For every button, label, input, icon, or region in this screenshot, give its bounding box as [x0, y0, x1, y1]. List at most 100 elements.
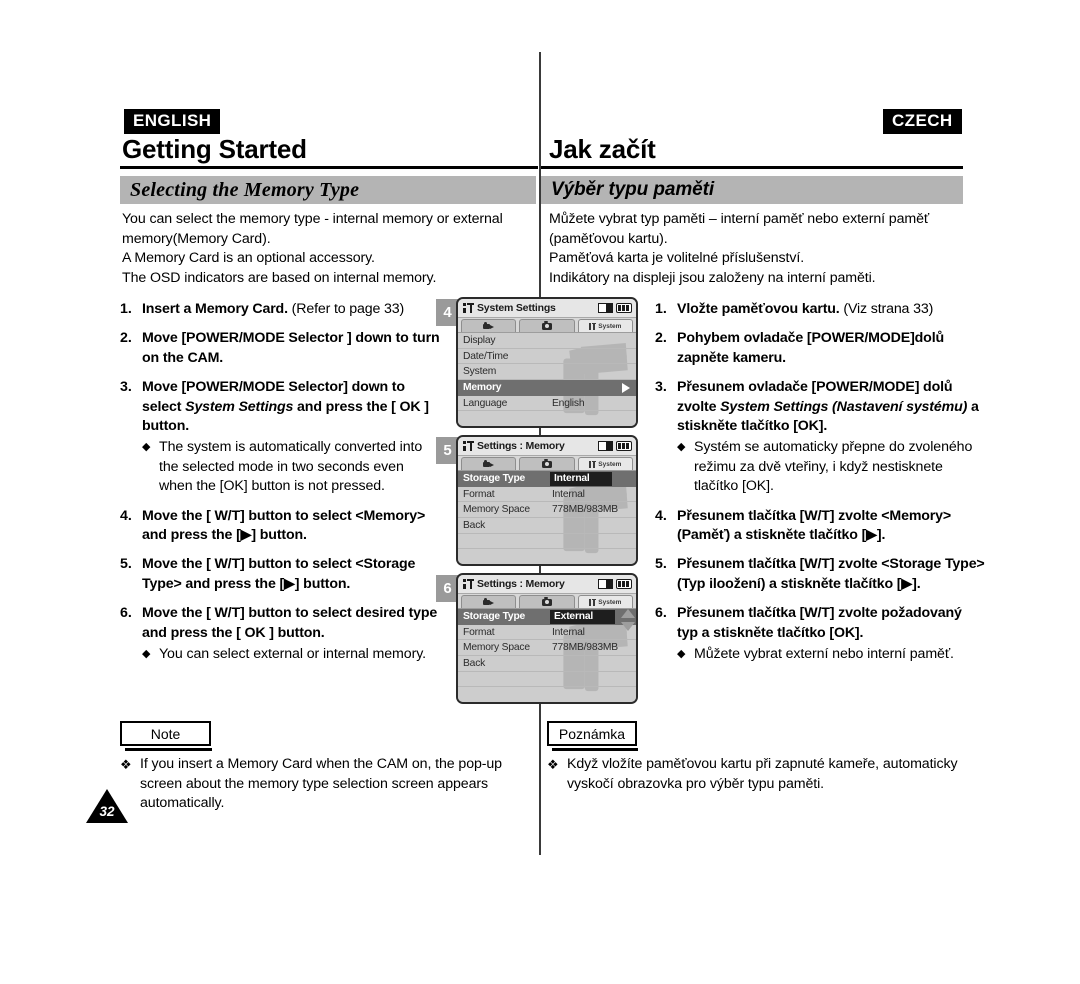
system-settings-icon [462, 302, 474, 314]
section-title-english: Selecting the Memory Type [130, 178, 360, 201]
lcd-tab-video[interactable] [461, 595, 517, 608]
lcd-title: System Settings [462, 302, 598, 314]
lcd-menu-item[interactable]: Back [458, 656, 636, 672]
lcd-menu-item[interactable]: Language English [458, 396, 636, 412]
chevron-right-icon [622, 383, 630, 394]
lcd-title: Settings : Memory [462, 578, 598, 590]
step-text: Move [POWER/MODE Selector ] down to turn… [142, 330, 440, 366]
step-body: Pohybem ovladače [POWER/MODE]dolů zapnět… [677, 329, 985, 368]
lcd-menu-item[interactable]: Format Internal [458, 625, 636, 641]
step-body: Insert a Memory Card. (Refer to page 33) [142, 300, 440, 319]
photo-camera-icon [541, 321, 552, 330]
lcd-menu-item-label: Display [463, 334, 496, 346]
lcd-menu-item[interactable]: Memory [458, 380, 636, 396]
lcd-title-bar: Settings : Memory [458, 437, 636, 456]
lcd-status-indicators [598, 441, 632, 451]
photo-camera-icon [541, 459, 552, 468]
page-title-english: Getting Started [122, 134, 307, 164]
intro-paragraph-english: You can select the memory type - interna… [122, 210, 522, 288]
lcd-tab-video[interactable] [461, 319, 517, 332]
lcd-title: Settings : Memory [462, 440, 598, 452]
step-item: 1. Vložte paměťovou kartu. (Viz strana 33… [655, 300, 985, 319]
step-number: 1. [120, 301, 132, 317]
step-item: 3. Přesunem ovladače [POWER/MODE] dolů zv… [655, 378, 985, 496]
scroll-up-icon[interactable] [621, 609, 635, 618]
step-text: Přesunem tlačítka [W/T] zvolte požadovan… [677, 605, 962, 641]
step-body: Move the [ W/T] button to select desired… [142, 604, 440, 664]
section-header-english: Selecting the Memory Type [120, 176, 536, 204]
lcd-title-text: Settings : Memory [477, 578, 565, 590]
lcd-menu-item[interactable]: System [458, 364, 636, 381]
title-rule-czech [541, 166, 963, 169]
lcd-tab-bar[interactable]: System [458, 594, 636, 609]
step-number: 2. [120, 330, 132, 347]
lcd-tab-system[interactable]: System [577, 595, 633, 608]
lcd-menu-item[interactable]: Date/Time [458, 349, 636, 365]
intro-paragraph-czech: Můžete vybrat typ paměti – interní paměť… [549, 210, 969, 288]
video-camera-icon [483, 597, 495, 606]
steps-list-english: 1. Insert a Memory Card. (Refer to page 3… [120, 300, 440, 675]
step-note: (Viz strana 33) [839, 301, 934, 317]
lcd-menu-item[interactable]: Storage Type Internal [458, 471, 636, 487]
step-item: 2. Move [POWER/MODE Selector ] down to tu… [120, 329, 440, 368]
language-badge-czech: CZECH [883, 109, 962, 134]
step-item: 6. Move the [ W/T] button to select desir… [120, 604, 440, 664]
lcd-menu-item-value: 778MB/983MB [552, 504, 618, 516]
lcd-menu-rows: Storage Type Internal Format Internal Memory… [458, 471, 636, 564]
lcd-menu-item[interactable]: Storage Type External [458, 609, 636, 625]
lcd-tab-label: System [598, 460, 622, 468]
step-item: 4. Move the [ W/T] button to select <Memo… [120, 507, 440, 546]
page-number-text: 32 [99, 804, 115, 819]
lcd-menu-rows: Storage Type External Format Internal Memory… [458, 609, 636, 702]
lcd-tab-bar[interactable]: System [458, 318, 636, 333]
lcd-menu-item-empty [458, 411, 636, 426]
step-body: Vložte paměťovou kartu. (Viz strana 33) [677, 300, 985, 319]
lcd-menu-item-empty [458, 549, 636, 564]
step-text: Přesunem tlačítka [W/T] zvolte <Storage … [677, 556, 985, 592]
lcd-title-bar: System Settings [458, 299, 636, 318]
step-body: Move the [ W/T] button to select <Memory… [142, 507, 440, 546]
diamond-bullet-icon: ◆ [677, 648, 686, 661]
scroll-down-icon[interactable] [621, 622, 635, 631]
lcd-tab-system[interactable]: System [577, 457, 633, 470]
lcd-menu-item-label: Date/Time [463, 350, 509, 362]
step-body: Move [POWER/MODE Selector ] down to turn… [142, 329, 440, 368]
lcd-tab-photo[interactable] [519, 595, 575, 608]
lcd-menu-item[interactable]: Display [458, 333, 636, 349]
step-number: 5. [655, 556, 667, 573]
note-text-english: If you insert a Memory Card when the CAM… [140, 756, 502, 812]
lcd-tab-photo[interactable] [519, 319, 575, 332]
lcd-menu-item-label: System [463, 366, 497, 378]
step-text: Move the [ W/T] button to select desired… [142, 605, 438, 641]
lcd-tab-photo[interactable] [519, 457, 575, 470]
lcd-menu-item[interactable]: Back [458, 518, 636, 534]
lcd-menu-item-label: Storage Type [463, 610, 526, 622]
lcd-menu-item[interactable]: Memory Space 778MB/983MB [458, 640, 636, 657]
lcd-title-bar: Settings : Memory [458, 575, 636, 594]
lcd-menu-item[interactable]: Memory Space 778MB/983MB [458, 502, 636, 519]
step-number: 4. [655, 507, 667, 524]
system-settings-icon [589, 598, 597, 606]
system-settings-icon [589, 460, 597, 468]
step-body: Přesunem tlačítka [W/T] zvolte <Memory> … [677, 507, 985, 546]
lcd-menu-item[interactable]: Format Internal [458, 487, 636, 503]
lcd-menu-item-label: Memory Space [463, 642, 530, 654]
system-settings-icon [589, 322, 597, 330]
lcd-tab-system[interactable]: System [577, 319, 633, 332]
battery-icon [616, 303, 632, 313]
note-text-czech: Když vložíte paměťovou kartu při zapnuté… [567, 756, 958, 792]
lcd-tab-video[interactable] [461, 457, 517, 470]
lcd-menu-item-label: Back [463, 657, 486, 669]
lcd-title-text: Settings : Memory [477, 440, 565, 452]
video-camera-icon [483, 321, 495, 330]
photo-camera-icon [541, 597, 552, 606]
step-sub-text: You can select external or internal memo… [159, 646, 426, 663]
lcd-scroll-arrows[interactable] [621, 609, 635, 631]
step-item: 5. Přesunem tlačítka [W/T] zvolte <Storag… [655, 555, 985, 594]
step-sub-bullet: ◆ Systém se automaticky přepne do zvolené… [677, 438, 985, 496]
step-text: Přesunem ovladače [POWER/MODE] dolů zvol… [677, 379, 979, 435]
lcd-menu-item-label: Storage Type [463, 472, 526, 484]
note-label-czech: Poznámka [558, 725, 626, 742]
lcd-tab-bar[interactable]: System [458, 456, 636, 471]
lcd-menu-item-empty [458, 687, 636, 702]
